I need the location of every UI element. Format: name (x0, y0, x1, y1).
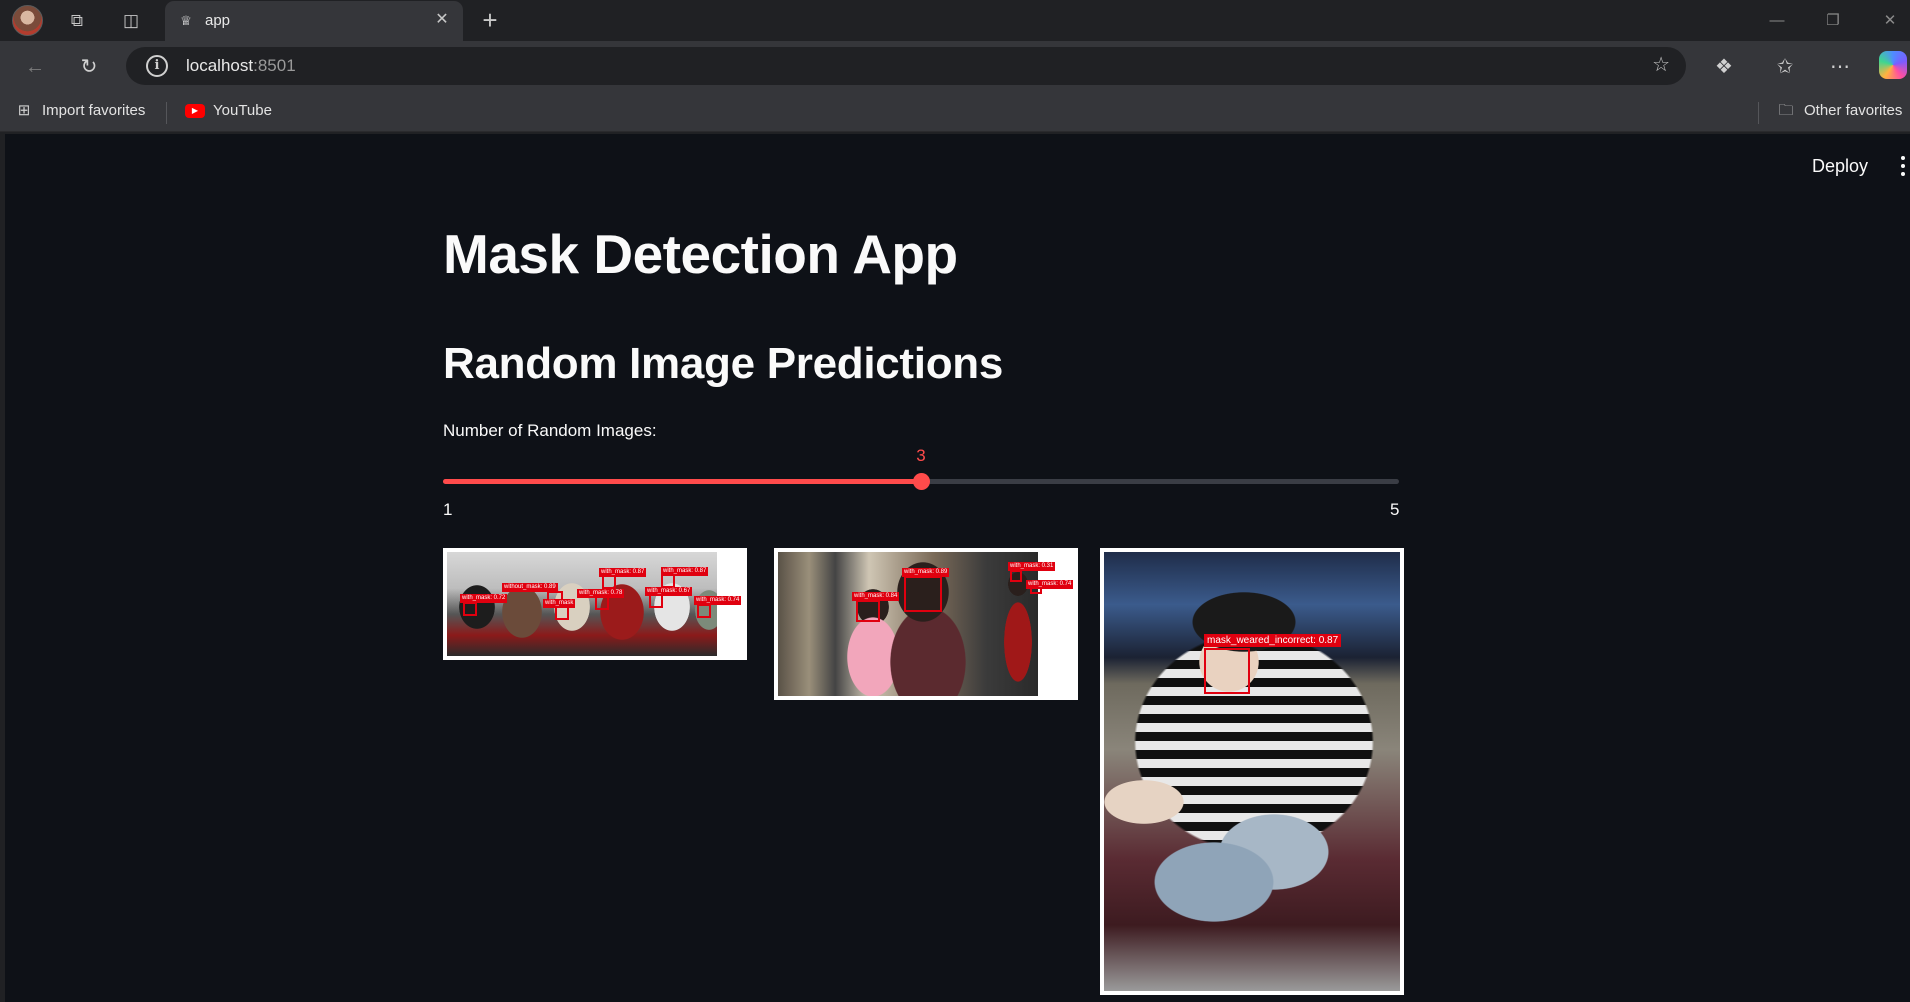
detection-label: mask_weared_incorrect: 0.87 (1204, 634, 1342, 647)
new-tab-button[interactable]: + (475, 6, 505, 36)
detection-label: with_mask: 0.31 (1008, 562, 1056, 571)
vertical-tabs-icon[interactable]: ◫ (116, 6, 146, 36)
favorite-star-icon[interactable]: ☆ (1652, 52, 1670, 77)
prediction-image-2: with_mask: 0.89 with_mask: 0.84 with_mas… (774, 548, 1078, 700)
detection-label: with_mask: 0.74 (694, 596, 742, 605)
bookmark-label: Import favorites (42, 102, 146, 119)
app-page: Deploy Mask Detection App Random Image P… (5, 134, 1910, 1002)
slider-current-value: 3 (916, 446, 926, 465)
slider-min-label: 1 (443, 500, 453, 519)
tab-title: app (205, 12, 231, 29)
bookmarks-bar: ⊞ Import favorites ▶ YouTube 🗀 Other fav… (0, 92, 1910, 132)
refresh-icon[interactable]: ↻ (72, 50, 106, 84)
extensions-icon[interactable]: ❖ (1707, 50, 1741, 84)
section-heading: Random Image Predictions (443, 339, 1004, 388)
minimize-window-icon[interactable]: — (1757, 8, 1797, 34)
browser-window: ⧉ ◫ ♕ app ✕ + — ❐ ✕ ← ↻ i localhost:8501… (0, 0, 1910, 1002)
main-menu-icon[interactable] (1901, 156, 1907, 178)
detection-label: with_mask: 0.72 (460, 594, 508, 603)
bookmark-label: Other favorites (1804, 102, 1903, 119)
prediction-image-1: without_mask: 0.89 with_mask: 0.87 with_… (443, 548, 747, 660)
back-arrow-icon[interactable]: ← (18, 50, 52, 84)
address-bar[interactable]: i localhost:8501 ☆ (126, 47, 1686, 85)
page-title: Mask Detection App (443, 223, 958, 285)
deploy-button[interactable]: Deploy (1812, 156, 1868, 177)
image-count-slider[interactable] (443, 473, 1399, 490)
url-host: localhost (186, 56, 254, 75)
more-menu-icon[interactable]: ⋯ (1823, 50, 1857, 84)
slider-max-label: 5 (1390, 500, 1400, 519)
tab-app[interactable]: ♕ app ✕ (165, 1, 463, 41)
favorites-list-icon[interactable]: ✩ (1768, 50, 1802, 84)
detection-label: with_mask: 0.87 (599, 568, 647, 577)
detection-label: with_mask: 0.87 (661, 567, 709, 576)
detection-label: with_mask: 0.84 (852, 592, 900, 601)
prediction-image-3: mask_weared_incorrect: 0.87 (1100, 548, 1404, 995)
slider-label: Number of Random Images: (443, 421, 657, 440)
slider-fill (443, 479, 921, 484)
copilot-icon[interactable] (1879, 51, 1907, 79)
tab-strip: ⧉ ◫ ♕ app ✕ + — ❐ ✕ (0, 0, 1910, 41)
browser-toolbar: ← ↻ i localhost:8501 ☆ ❖ ✩ ⋯ (0, 41, 1910, 92)
url-port: :8501 (253, 56, 296, 75)
bookmark-divider (1758, 102, 1759, 124)
detection-label: without_mask: 0.89 (502, 583, 558, 592)
bookmark-import-favorites[interactable]: ⊞ Import favorites (14, 101, 146, 119)
detection-label: with_mask: 0.67 (645, 587, 693, 596)
close-window-icon[interactable]: ✕ (1870, 8, 1910, 34)
detection-label: with_mask: 0.74 (1026, 580, 1074, 589)
profile-avatar[interactable] (12, 5, 43, 36)
bookmark-youtube[interactable]: ▶ YouTube (185, 102, 272, 119)
restore-window-icon[interactable]: ❐ (1813, 8, 1853, 34)
slider-thumb[interactable] (913, 473, 930, 490)
bookmark-other-favorites[interactable]: 🗀 Other favorites (1776, 102, 1902, 119)
import-favorites-icon: ⊞ (17, 101, 31, 119)
streamlit-favicon-icon: ♕ (180, 13, 192, 28)
youtube-icon: ▶ (185, 103, 205, 118)
address-url[interactable]: localhost:8501 (186, 56, 296, 76)
bookmark-divider (166, 102, 167, 124)
site-info-icon[interactable]: i (146, 55, 168, 77)
bookmark-label: YouTube (213, 102, 272, 119)
detection-label: with_mask: 0.78 (577, 589, 625, 598)
workspaces-icon[interactable]: ⧉ (62, 6, 92, 36)
close-tab-icon[interactable]: ✕ (431, 9, 453, 31)
folder-icon: 🗀 (1778, 101, 1794, 119)
detection-label: with_mask: 0.89 (902, 568, 950, 577)
detection-label: with_mask (543, 599, 576, 608)
